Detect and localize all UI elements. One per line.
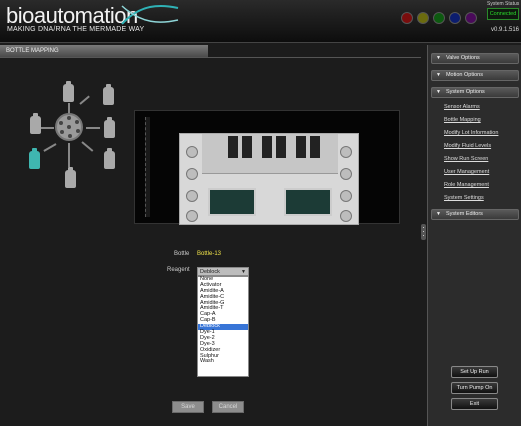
chevron-down-icon: ▼ [436, 55, 441, 61]
deck-port [340, 146, 352, 158]
tube [81, 141, 94, 152]
tube [79, 95, 90, 105]
bottle-label: Bottle [174, 251, 190, 257]
exit-button[interactable]: Exit [451, 398, 498, 410]
hub-port [60, 130, 64, 134]
save-button[interactable]: Save [172, 401, 204, 413]
link-modify-lot-information[interactable]: Modify Lot Information [444, 130, 498, 136]
deck-port [340, 210, 352, 222]
link-system-settings[interactable]: System Settings [444, 195, 484, 201]
section-label: System Editors [445, 211, 483, 217]
deck-port [186, 210, 198, 222]
deck-port [340, 190, 352, 202]
valve-hub-icon [55, 113, 83, 141]
set-up-run-button[interactable]: Set Up Run [451, 366, 498, 378]
reagent-option[interactable]: Wash [198, 359, 248, 365]
bottle-icon[interactable] [103, 84, 114, 105]
section-label: Motion Options [445, 72, 483, 78]
section-label: System Options [445, 89, 485, 95]
link-show-run-screen[interactable]: Show Run Screen [444, 156, 488, 162]
chevron-down-icon: ▼ [436, 89, 441, 95]
manifold [276, 136, 286, 158]
title-divider [0, 57, 421, 58]
link-user-management[interactable]: User Management [444, 169, 489, 175]
page-title: BOTTLE MAPPING [0, 45, 208, 57]
link-bottle-mapping[interactable]: Bottle Mapping [444, 117, 481, 123]
app-header: bioautomation MAKING DNA/RNA THE MERMADE… [0, 0, 521, 43]
reagent-label: Reagent [167, 267, 190, 273]
reaction-tray [208, 188, 256, 216]
bottle-icon[interactable] [104, 117, 115, 138]
hub-port [67, 125, 71, 129]
hub-port [59, 121, 63, 125]
logo-swoosh-icon [121, 4, 179, 25]
indicator-light-blue [449, 12, 461, 24]
chevron-down-icon: ▼ [241, 269, 246, 275]
app-version: v0.9.1.516 [491, 27, 520, 33]
deck-port [186, 168, 198, 180]
instrument-image [134, 110, 400, 225]
instrument-deck [179, 133, 359, 225]
bottle-map [22, 81, 132, 193]
indicator-lights [401, 12, 477, 24]
tube [86, 127, 100, 129]
bottle-value: Bottle-13 [197, 251, 222, 257]
bottle-icon-selected[interactable] [29, 148, 40, 169]
bottle-icon[interactable] [104, 148, 115, 169]
manifold [242, 136, 252, 158]
bottle-icon[interactable] [63, 81, 74, 102]
indicator-light-green [433, 12, 445, 24]
reagent-select[interactable]: Deblock ▼ [197, 267, 249, 276]
manifold [262, 136, 272, 158]
manifold [310, 136, 320, 158]
chevron-down-icon: ▼ [436, 211, 441, 217]
section-system-editors[interactable]: ▼ System Editors [431, 209, 519, 220]
tube [68, 143, 70, 167]
system-status-value: Connected [487, 8, 519, 20]
link-modify-fluid-levels[interactable]: Modify Fluid Levels [444, 143, 491, 149]
instrument-deck-top [202, 134, 338, 174]
system-status-title: System Status [487, 1, 520, 7]
reaction-tray [284, 188, 332, 216]
section-label: Valve Options [445, 55, 480, 61]
deck-port [340, 168, 352, 180]
cancel-button[interactable]: Cancel [212, 401, 244, 413]
bottle-icon[interactable] [30, 113, 41, 134]
link-role-management[interactable]: Role Management [444, 182, 489, 188]
deck-port [186, 146, 198, 158]
reagent-dropdown-list[interactable]: None Activator Amidite-A Amidite-C Amidi… [197, 276, 249, 377]
turn-pump-on-button[interactable]: Turn Pump On [451, 382, 498, 394]
chevron-down-icon: ▼ [436, 72, 441, 78]
system-status: System Status Connected [487, 1, 519, 20]
section-valve-options[interactable]: ▼ Valve Options [431, 53, 519, 64]
hub-port [67, 116, 71, 120]
bottle-icon[interactable] [65, 167, 76, 188]
manifold [296, 136, 306, 158]
deck-port [186, 190, 198, 202]
reagent-select-value: Deblock [200, 269, 220, 275]
app-tagline: MAKING DNA/RNA THE MERMADE WAY [7, 26, 145, 33]
indicator-light-purple [465, 12, 477, 24]
hub-port [75, 120, 79, 124]
manifold [228, 136, 238, 158]
panel-drag-handle[interactable] [421, 224, 426, 240]
hub-port [76, 129, 80, 133]
section-system-options[interactable]: ▼ System Options [431, 87, 519, 98]
section-motion-options[interactable]: ▼ Motion Options [431, 70, 519, 81]
hub-port [68, 134, 72, 138]
instrument-rail [145, 117, 150, 217]
indicator-light-red [401, 12, 413, 24]
link-sensor-alarms[interactable]: Sensor Alarms [444, 104, 480, 110]
indicator-light-yellow [417, 12, 429, 24]
tube [43, 143, 57, 152]
